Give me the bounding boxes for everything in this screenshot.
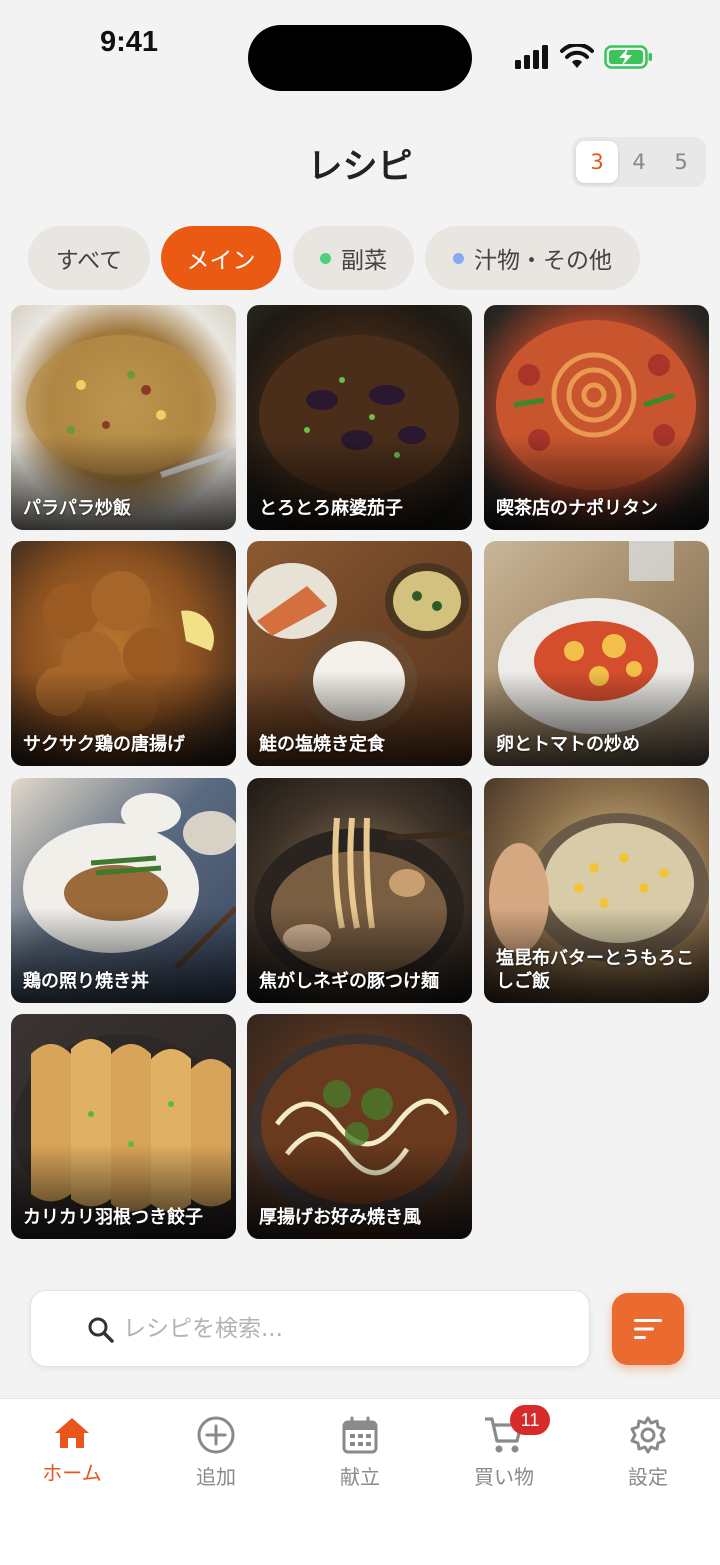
recipe-card[interactable]: 鶏の照り焼き丼: [11, 778, 236, 1003]
sort-filter-button[interactable]: [612, 1293, 684, 1365]
battery-charging-icon: [604, 45, 652, 69]
recipe-card[interactable]: 焦がしネギの豚つけ麺: [247, 778, 472, 1003]
calendar-icon: [342, 1416, 378, 1454]
category-chip-main[interactable]: メイン: [161, 226, 281, 290]
column-option-5[interactable]: 5: [660, 141, 702, 183]
cellular-signal-icon: [515, 45, 548, 69]
dynamic-island: [248, 25, 472, 91]
recipe-title: 卵とトマトの炒め: [496, 734, 640, 755]
category-chip-all[interactable]: すべて: [28, 226, 150, 290]
recipe-card[interactable]: とろとろ麻婆茄子: [247, 305, 472, 530]
wifi-icon: [560, 44, 594, 68]
chip-label: 副菜: [341, 248, 387, 274]
chip-label: メイン: [186, 248, 256, 274]
status-time: 9:41: [100, 26, 159, 58]
recipe-title: パラパラ炒飯: [23, 498, 131, 519]
column-count-switch: 3 4 5: [572, 137, 706, 187]
tab-home[interactable]: ホーム: [12, 1415, 132, 1495]
recipe-card[interactable]: パラパラ炒飯: [11, 305, 236, 530]
tab-label: 献立: [340, 1465, 380, 1489]
tab-label: 買い物: [474, 1465, 534, 1489]
recipe-card[interactable]: カリカリ羽根つき餃子: [11, 1014, 236, 1239]
tab-meal-plan[interactable]: 献立: [300, 1415, 420, 1495]
column-option-3[interactable]: 3: [576, 141, 618, 183]
tab-bar: ホーム 追加 献立 11 買い物 設定: [0, 1398, 720, 1565]
recipe-card[interactable]: 厚揚げお好み焼き風: [247, 1014, 472, 1239]
tab-shopping[interactable]: 11 買い物: [444, 1405, 564, 1495]
tab-add[interactable]: 追加: [156, 1415, 276, 1495]
recipe-card[interactable]: サクサク鶏の唐揚げ: [11, 541, 236, 766]
recipe-card[interactable]: 喫茶店のナポリタン: [484, 305, 709, 530]
recipe-title: 鶏の照り焼き丼: [23, 971, 149, 992]
home-icon: [55, 1418, 89, 1448]
tab-label: 設定: [628, 1465, 668, 1489]
tab-settings[interactable]: 設定: [588, 1415, 708, 1495]
recipe-title: カリカリ羽根つき餃子: [23, 1207, 203, 1228]
sort-icon: [634, 1319, 662, 1339]
status-icons: [514, 44, 654, 70]
shopping-count-badge: 11: [510, 1405, 550, 1435]
recipe-title: 鮭の塩焼き定食: [259, 734, 385, 755]
recipe-title: とろとろ麻婆茄子: [259, 498, 403, 519]
plus-circle-icon: [197, 1416, 235, 1454]
chip-label: 汁物・その他: [474, 248, 612, 274]
gear-icon: [630, 1416, 666, 1454]
category-chip-side[interactable]: 副菜: [293, 226, 414, 290]
column-option-4[interactable]: 4: [618, 141, 660, 183]
recipe-card[interactable]: 塩昆布バターとうもろこしご飯: [484, 778, 709, 1003]
blue-dot-icon: [453, 252, 464, 264]
tab-label: 追加: [196, 1465, 236, 1489]
search-input[interactable]: [123, 1309, 563, 1349]
recipe-card[interactable]: 鮭の塩焼き定食: [247, 541, 472, 766]
recipe-title: サクサク鶏の唐揚げ: [23, 734, 185, 755]
tab-label: ホーム: [42, 1461, 102, 1485]
recipe-title: 喫茶店のナポリタン: [496, 498, 658, 519]
recipe-card[interactable]: 卵とトマトの炒め: [484, 541, 709, 766]
search-bar: [30, 1290, 590, 1367]
chip-label: すべて: [55, 248, 123, 274]
green-dot-icon: [320, 252, 331, 264]
recipe-title: 焦がしネギの豚つけ麺: [259, 971, 439, 992]
recipe-title: 塩昆布バターとうもろこしご飯: [496, 948, 694, 992]
category-chip-soup-other[interactable]: 汁物・その他: [425, 226, 640, 290]
search-icon: [88, 1317, 114, 1343]
recipe-title: 厚揚げお好み焼き風: [259, 1207, 421, 1228]
